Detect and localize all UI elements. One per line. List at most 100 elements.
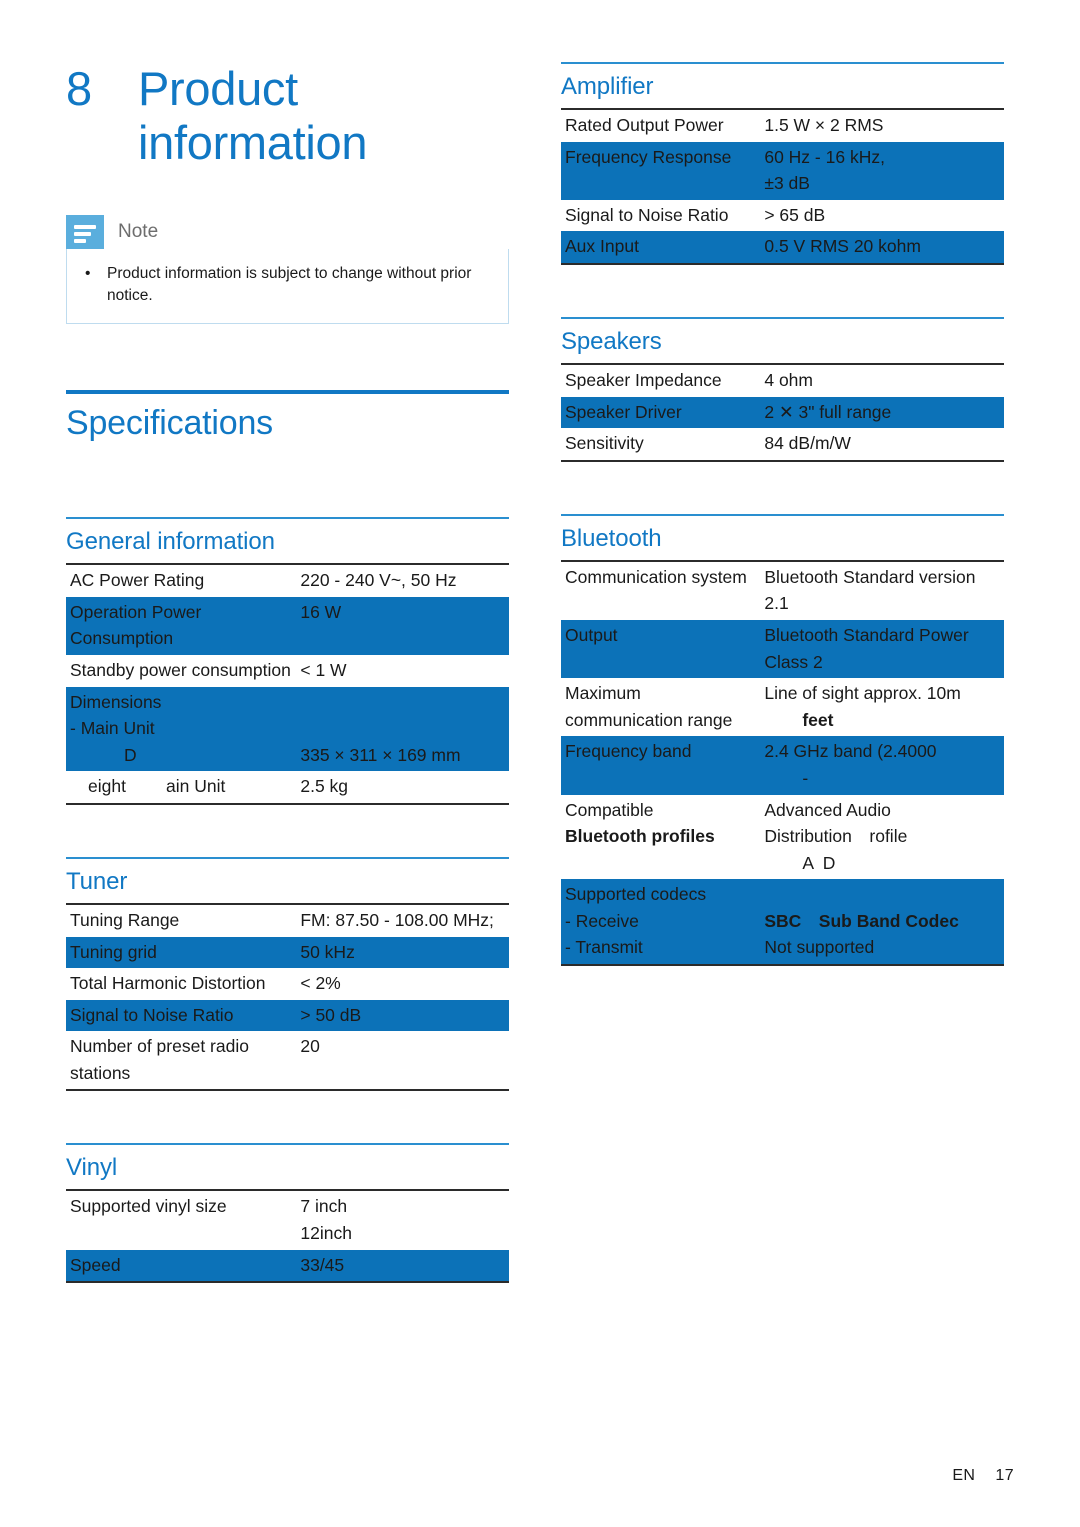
- spec-table-tuner: Tuning Range FM: 87.50 - 108.00 MHz; Tun…: [66, 902, 509, 1092]
- spec-table-vinyl: Supported vinyl size 7 inch 12inch Speed…: [66, 1189, 509, 1284]
- spec-value: 7 inch 12inch: [296, 1189, 509, 1250]
- note-list-item: • Product information is subject to chan…: [85, 263, 490, 307]
- spec-value-line1: Advanced Audio: [764, 799, 891, 820]
- table-row: Aux Input 0.5 V RMS 20 kohm: [561, 231, 1004, 265]
- spec-value: > 50 dB: [296, 999, 509, 1032]
- spec-key: Speaker Impedance: [561, 362, 761, 397]
- spec-value-spacer: [764, 881, 1000, 908]
- table-row-codecs: Supported codecs - Receive - Transmit SB…: [561, 879, 1004, 967]
- footer-language: EN: [952, 1467, 976, 1484]
- spec-block-amplifier: Amplifier Rated Output Power 1.5 W × 2 R…: [561, 62, 1004, 265]
- spec-value-line2: 12inch: [300, 1223, 352, 1244]
- spec-value-line2: -: [802, 767, 809, 788]
- spec-key-line3: - Transmit: [565, 937, 643, 958]
- spec-value: > 65 dB: [764, 204, 826, 225]
- spec-key: AC Power Rating: [66, 563, 297, 597]
- table-row-max-range: Maximum communication range Line of sigh…: [561, 678, 1004, 736]
- spec-key-weight: eight: [88, 776, 126, 797]
- spec-block-general-information: General information AC Power Rating 220 …: [66, 517, 509, 805]
- spec-key: Supported codecs - Receive - Transmit: [561, 879, 761, 967]
- spec-key: Number of preset radio stations: [66, 1031, 297, 1092]
- note-header: Note: [66, 215, 509, 250]
- table-row: Standby power consumption < 1 W: [66, 655, 509, 687]
- table-row: Output Bluetooth Standard Power Class 2: [561, 619, 1004, 679]
- table-row: Communication system Bluetooth Standard …: [561, 559, 1004, 620]
- spec-block-heading: Tuner: [66, 856, 509, 896]
- spec-key: Signal to Noise Ratio: [565, 204, 729, 225]
- specifications-heading: Specifications: [66, 390, 509, 443]
- spec-key: Supported vinyl size: [66, 1189, 297, 1250]
- spec-value-line1: Line of sight approx. 10m: [764, 683, 961, 704]
- spec-value-spacer2: [300, 715, 505, 742]
- table-row-frequency-band: Frequency band 2.4 GHz band (2.4000 -: [561, 736, 1004, 795]
- spec-key: Rated Output Power: [561, 108, 761, 142]
- spec-block-heading: Vinyl: [66, 1143, 509, 1182]
- table-row: Frequency Response 60 Hz - 16 kHz, ±3 dB: [561, 141, 1004, 200]
- spec-key-line2: - Receive: [565, 910, 639, 931]
- spec-value: Bluetooth Standard Power Class 2: [760, 619, 1004, 679]
- spec-key: Dimensions - Main Unit D: [66, 686, 297, 772]
- spec-key: Standby power consumption: [70, 659, 291, 680]
- spec-heading-text: Tuner: [66, 867, 128, 895]
- chapter-number: 8: [66, 62, 92, 115]
- table-row: AC Power Rating 220 - 240 V~, 50 Hz: [66, 563, 509, 597]
- spec-table-amplifier: Rated Output Power 1.5 W × 2 RMS Frequen…: [561, 108, 1004, 265]
- spec-value: < 2%: [300, 973, 341, 994]
- note-icon: [66, 215, 104, 250]
- spec-value-line3: Not supported: [764, 937, 875, 958]
- spec-key: Sensitivity: [561, 428, 761, 462]
- spec-key: Maximum communication range: [565, 683, 733, 730]
- spec-key: Speaker Driver: [561, 396, 761, 429]
- spec-value: 16 W: [296, 596, 509, 655]
- spec-value-line2: SBC Sub Band Codec: [764, 910, 959, 931]
- specifications-heading-text: Specifications: [66, 404, 273, 443]
- spec-value: 20: [296, 1031, 509, 1092]
- spec-block-speakers: Speakers Speaker Impedance 4 ohm Speaker…: [561, 316, 1004, 462]
- table-row-profiles: Compatible Bluetooth profiles Advanced A…: [561, 795, 1004, 880]
- spec-value-line3: A D: [802, 852, 836, 873]
- spec-value: 0.5 V RMS 20 kohm: [760, 231, 1004, 265]
- document-page: 8 Product information Note • Product inf…: [0, 0, 1080, 1527]
- two-column-layout: 8 Product information Note • Product inf…: [66, 62, 1014, 1335]
- spec-key: Communication system: [561, 559, 761, 620]
- spec-value-line1: 2.4 GHz band (2.4000: [764, 741, 937, 762]
- table-row-dimensions: Dimensions - Main Unit D 335 × 311 × 169…: [66, 686, 509, 772]
- spec-value: Bluetooth Standard version 2.1: [760, 559, 1004, 620]
- spec-key-line2: - Main Unit: [70, 718, 155, 739]
- bullet-icon: •: [85, 265, 91, 283]
- spec-value: 4 ohm: [760, 362, 1004, 397]
- table-row-weight: eight ain Unit 2.5 kg: [66, 771, 509, 805]
- spec-key: Compatible Bluetooth profiles: [561, 795, 760, 880]
- spec-value: 2 ✕ 3" full range: [760, 396, 1004, 429]
- spec-value-spacer: [300, 689, 505, 716]
- spec-value: 2.4 GHz band (2.4000 -: [760, 736, 1004, 795]
- table-row: Total Harmonic Distortion < 2%: [66, 968, 509, 1000]
- spec-block-tuner: Tuner Tuning Range FM: 87.50 - 108.00 MH…: [66, 856, 509, 1092]
- table-row: Speed 33/45: [66, 1249, 509, 1284]
- note-box: Note • Product information is subject to…: [66, 215, 509, 325]
- spec-value: 60 Hz - 16 kHz, ±3 dB: [760, 141, 1004, 200]
- spec-heading-text: Amplifier: [561, 73, 654, 100]
- table-row: Operation Power Consumption 16 W: [66, 596, 509, 655]
- spec-value: 1.5 W × 2 RMS: [760, 108, 1004, 142]
- spec-value: 50 kHz: [296, 936, 509, 969]
- spec-value: 335 × 311 × 169 mm: [296, 686, 509, 772]
- spec-key-line2: Bluetooth profiles: [565, 826, 715, 847]
- spec-block-vinyl: Vinyl Supported vinyl size 7 inch 12inch…: [66, 1143, 509, 1284]
- table-row: Speaker Driver 2 ✕ 3" full range: [561, 396, 1004, 429]
- table-row: Number of preset radio stations 20: [66, 1031, 509, 1092]
- spec-key: eight ain Unit: [66, 771, 297, 805]
- spec-key: Aux Input: [561, 231, 761, 265]
- note-body: • Product information is subject to chan…: [66, 249, 509, 325]
- spec-value-line2: feet: [802, 709, 834, 730]
- spec-heading-text: Speakers: [561, 327, 662, 355]
- table-row: Speaker Impedance 4 ohm: [561, 362, 1004, 397]
- spec-key-line3: D: [124, 744, 137, 765]
- table-row: Tuning Range FM: 87.50 - 108.00 MHz;: [66, 902, 509, 937]
- table-row: Tuning grid 50 kHz: [66, 936, 509, 969]
- chapter-title-text: Product information: [138, 62, 368, 169]
- table-row: Rated Output Power 1.5 W × 2 RMS: [561, 108, 1004, 142]
- footer-page-number: 17: [995, 1467, 1014, 1484]
- spec-value: < 1 W: [300, 659, 347, 680]
- spec-table-bluetooth: Communication system Bluetooth Standard …: [561, 559, 1004, 967]
